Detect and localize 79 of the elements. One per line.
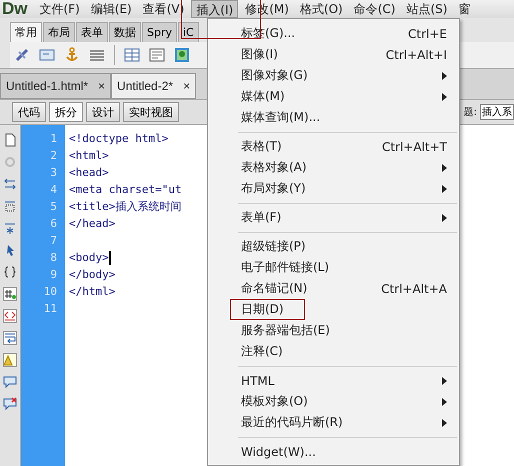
- menu-item[interactable]: 表单(F): [208, 207, 459, 228]
- title-field[interactable]: 插入系: [480, 104, 514, 120]
- document-icon[interactable]: [3, 133, 17, 147]
- menu-item[interactable]: 站点(S): [402, 0, 452, 18]
- code-tag-icon[interactable]: [3, 309, 17, 323]
- menu-item[interactable]: 最近的代码片断(R): [208, 412, 459, 433]
- view-button[interactable]: 设计: [86, 102, 120, 122]
- code-line: </head>: [69, 216, 116, 232]
- line-number: 11: [44, 301, 57, 317]
- panel-tab[interactable]: 常用: [10, 22, 42, 42]
- menu-item[interactable]: 格式(O): [296, 0, 347, 18]
- code-line: <!doctype html>: [69, 131, 168, 147]
- menu-item[interactable]: 日期(D): [208, 299, 459, 320]
- menu-item[interactable]: 编辑(E): [86, 0, 136, 18]
- menu-item[interactable]: 布局对象(Y): [208, 178, 459, 199]
- menu-item[interactable]: 注释(C): [208, 341, 459, 362]
- tab-label[interactable]: Untitled-2*: [117, 79, 174, 93]
- arrows-icon[interactable]: [3, 177, 17, 191]
- menu-item[interactable]: 超级链接(P): [208, 236, 459, 257]
- speech-bubble-icon[interactable]: [3, 375, 17, 389]
- braces-icon[interactable]: [3, 265, 17, 279]
- panel-tab[interactable]: 布局: [43, 22, 75, 42]
- menu-item[interactable]: HTML: [208, 370, 459, 391]
- line-number: 6: [50, 216, 57, 232]
- close-icon[interactable]: ×: [98, 79, 106, 93]
- close-icon[interactable]: ×: [183, 79, 190, 93]
- code-line: <head>: [69, 165, 109, 181]
- menu-item[interactable]: Widget(W)...: [208, 441, 459, 462]
- menu-item[interactable]: 命名锚记(N) Ctrl+Alt+A: [208, 278, 459, 299]
- document-tab[interactable]: Untitled-1.html* ×: [0, 73, 112, 99]
- menu-item[interactable]: 服务器端包括(E): [208, 320, 459, 341]
- menu-item[interactable]: 插入(I): [191, 0, 238, 18]
- line-number: 7: [50, 233, 57, 249]
- view-button[interactable]: 拆分: [49, 102, 83, 122]
- menu-item[interactable]: 表格(T) Ctrl+Alt+T: [208, 136, 459, 157]
- tab-label[interactable]: Untitled-1.html*: [6, 79, 88, 93]
- view-button[interactable]: 代码: [12, 102, 46, 122]
- menu-item[interactable]: 媒体查询(M)...: [208, 107, 459, 128]
- line-number: 9: [50, 267, 57, 283]
- line-number: 3: [50, 165, 57, 181]
- menu-item[interactable]: 文件(F): [36, 0, 84, 18]
- layout-icon[interactable]: [149, 47, 165, 63]
- menu-item[interactable]: 电子邮件链接(L): [208, 257, 459, 278]
- line-number: 1: [50, 131, 57, 147]
- code-line: <body>: [69, 250, 109, 266]
- image-icon[interactable]: [174, 47, 190, 63]
- line-number: 4: [50, 182, 57, 198]
- panel-tab[interactable]: 数据: [109, 22, 141, 42]
- panel-tab[interactable]: iC: [178, 22, 199, 42]
- line-number: 8: [50, 250, 57, 266]
- panel-tab[interactable]: Spry: [142, 22, 177, 42]
- code-line: <meta charset="ut: [69, 182, 182, 198]
- line-number: 5: [50, 199, 57, 215]
- menu-item[interactable]: 图像对象(G): [208, 65, 459, 86]
- menu-item[interactable]: 模板对象(O): [208, 391, 459, 412]
- title-label: 题:: [464, 106, 477, 119]
- menu-item[interactable]: 窗: [454, 0, 474, 18]
- dotted-box-icon[interactable]: [3, 199, 17, 213]
- speech-bubble-icon[interactable]: [3, 397, 17, 411]
- menu-item[interactable]: 命令(C): [350, 0, 400, 18]
- asterisk-icon[interactable]: [3, 221, 17, 235]
- code-line: </body>: [69, 267, 116, 283]
- view-button[interactable]: 实时视图: [123, 102, 179, 122]
- panel-tab[interactable]: 表单: [76, 22, 108, 42]
- menu-item[interactable]: 媒体(M): [208, 86, 459, 107]
- wrap-icon[interactable]: [3, 331, 17, 345]
- menu-item[interactable]: 表格对象(A): [208, 157, 459, 178]
- app-logo: Dw: [1, 0, 28, 19]
- code-line: <html>: [69, 148, 109, 164]
- document-tab[interactable]: Untitled-2* ×: [111, 73, 196, 99]
- code-line: <title>插入系统时间: [69, 199, 182, 215]
- line-number: 10: [44, 284, 57, 300]
- line-number: 2: [50, 148, 57, 164]
- warning-icon[interactable]: [3, 353, 17, 367]
- table-icon[interactable]: [124, 47, 140, 63]
- text-cursor: [108, 250, 111, 264]
- hash-icon[interactable]: [3, 287, 17, 301]
- code-line: </html>: [69, 284, 116, 300]
- envelope-icon[interactable]: [39, 47, 55, 63]
